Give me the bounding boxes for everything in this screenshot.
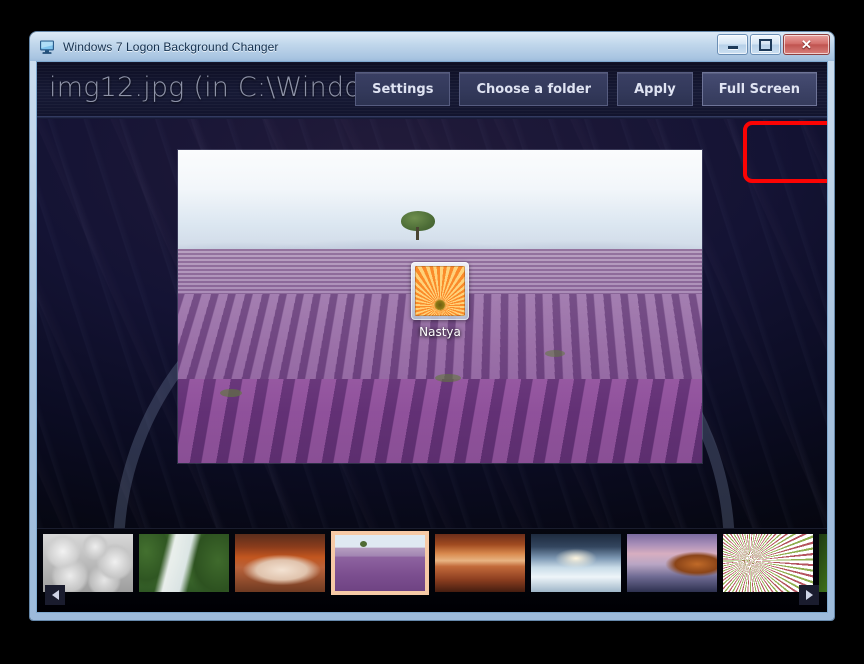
avatar[interactable]: [411, 262, 469, 320]
thumbnail-lavender[interactable]: [331, 531, 429, 595]
chevron-right-icon: [805, 590, 813, 600]
window-title: Windows 7 Logon Background Changer: [63, 39, 279, 54]
minimize-button[interactable]: [717, 34, 748, 55]
thumbnail-wave[interactable]: [435, 534, 525, 592]
thumbnail-image: [723, 534, 813, 592]
close-button[interactable]: ✕: [783, 34, 830, 55]
thumbnail-image: [43, 534, 133, 592]
maximize-button[interactable]: [750, 34, 781, 55]
choose-folder-button[interactable]: Choose a folder: [459, 72, 609, 106]
maximize-icon: [759, 38, 772, 51]
tree-trunk: [415, 227, 419, 241]
apply-button[interactable]: Apply: [617, 72, 693, 106]
scroll-left-button[interactable]: [45, 585, 65, 605]
preview-field-near: [178, 378, 702, 463]
thumbnail-list: [37, 531, 827, 595]
header-band: img12.jpg (in C:\Windows... Settings Cho…: [37, 62, 827, 119]
thumbnail-image: [335, 535, 425, 591]
minimize-icon: [727, 46, 738, 49]
thumbnail-image: [627, 534, 717, 592]
settings-button[interactable]: Settings: [355, 72, 451, 106]
logon-user-block[interactable]: Nastya: [411, 262, 469, 339]
screenshot-root: Windows 7 Logon Background Changer ✕ img…: [0, 0, 864, 664]
preview-shrub: [544, 349, 565, 357]
thumbnail-green[interactable]: [819, 534, 827, 592]
full-screen-button[interactable]: Full Screen: [701, 72, 817, 106]
thumbnail-image: [819, 534, 827, 592]
user-name-label: Nastya: [419, 325, 461, 339]
preview-shrub: [434, 373, 461, 382]
thumbnail-image: [531, 534, 621, 592]
thumbnail-canyon[interactable]: [235, 534, 325, 592]
window-controls: ✕: [717, 34, 830, 55]
monitor-icon: [39, 39, 56, 55]
thumbnail-strip: [37, 528, 827, 612]
app-client-area: img12.jpg (in C:\Windows... Settings Cho…: [36, 61, 828, 613]
thumbnail-image: [235, 534, 325, 592]
scroll-right-button[interactable]: [799, 585, 819, 605]
annotation-highlight-box: [743, 121, 827, 183]
application-window: Windows 7 Logon Background Changer ✕ img…: [30, 32, 834, 620]
thumbnail-light-burst[interactable]: [723, 534, 813, 592]
thumbnail-image: [435, 534, 525, 592]
preview-lone-tree: [400, 211, 435, 241]
toolbar: Settings Choose a folder Apply Full Scre…: [355, 72, 817, 106]
avatar-flower-image: [415, 266, 465, 316]
thumbnail-ice-lake[interactable]: [531, 534, 621, 592]
thumbnail-sunset-coast[interactable]: [627, 534, 717, 592]
close-icon: ✕: [801, 37, 812, 52]
thumbnail-image: [139, 534, 229, 592]
thumbnail-waterfall[interactable]: [139, 534, 229, 592]
logon-preview[interactable]: Nastya: [178, 150, 702, 463]
chevron-left-icon: [51, 590, 59, 600]
title-bar[interactable]: Windows 7 Logon Background Changer ✕: [30, 32, 834, 61]
thumbnail-figures[interactable]: [43, 534, 133, 592]
